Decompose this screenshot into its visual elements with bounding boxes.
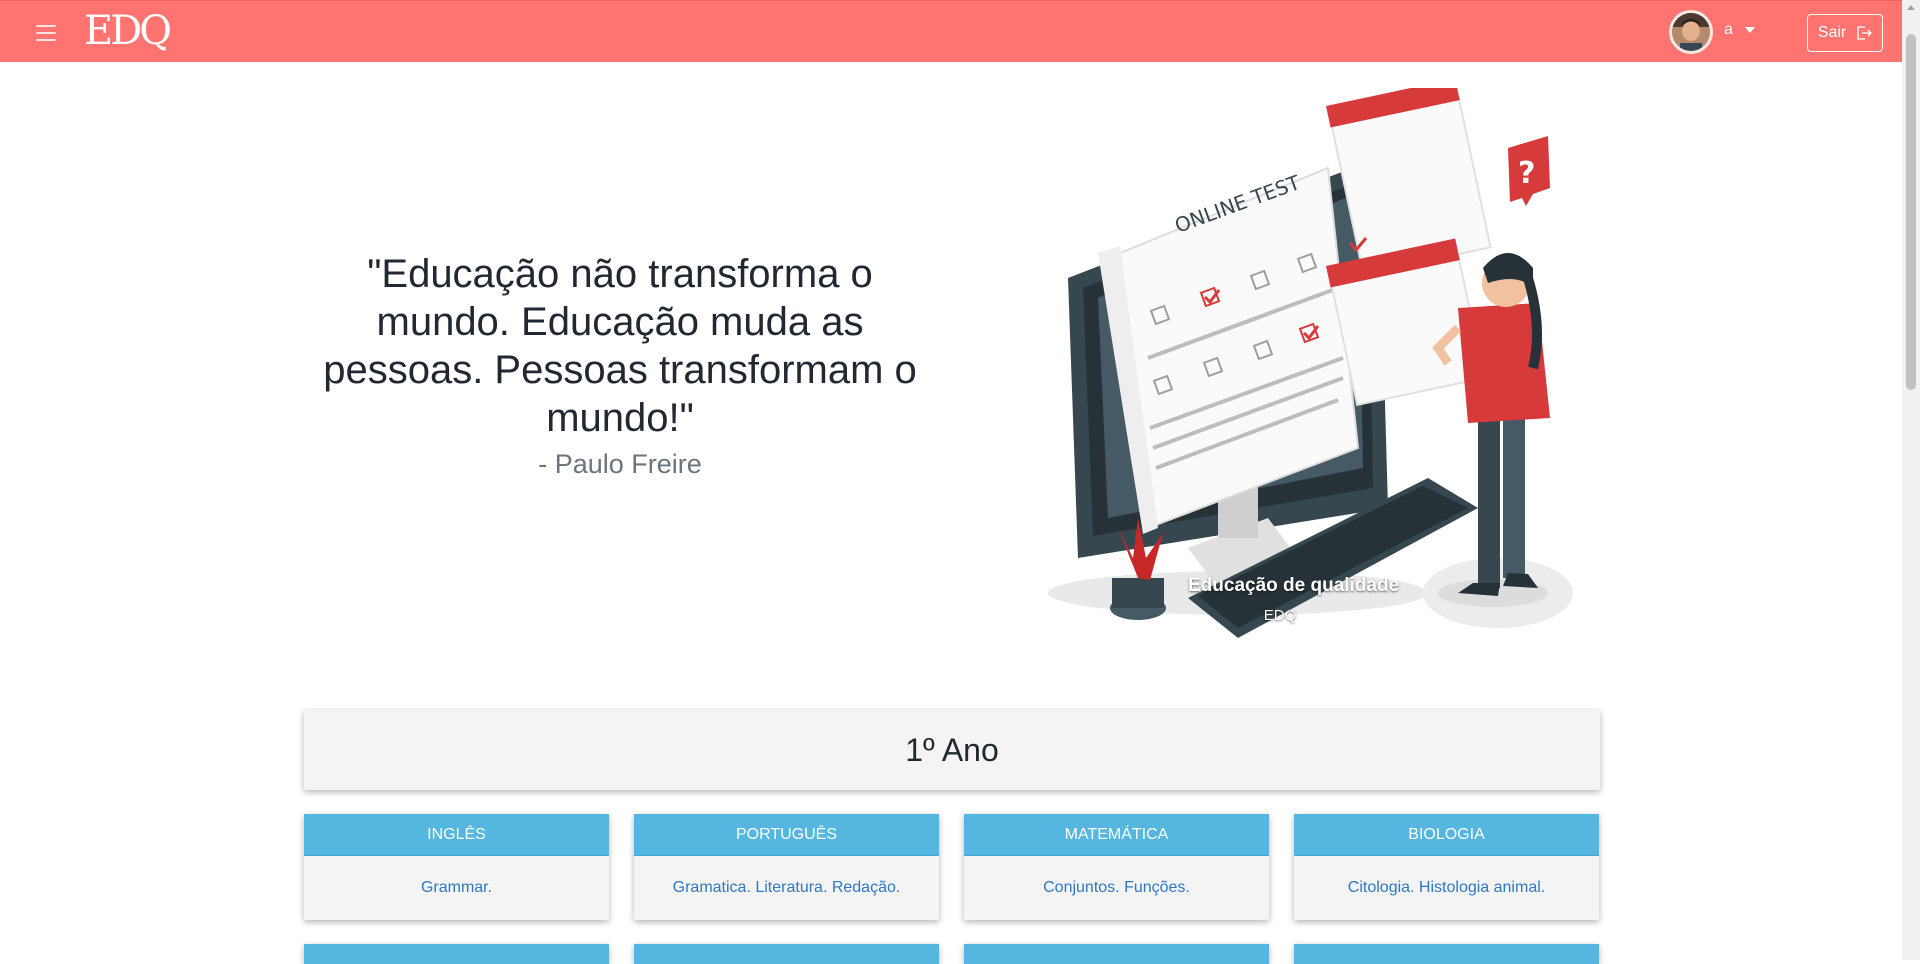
subject-card-biologia[interactable]: BIOLOGIA Citologia. Histologia animal. bbox=[1294, 814, 1599, 920]
subject-topics-link[interactable]: Grammar. bbox=[304, 856, 609, 920]
top-navbar: EDQ a Sair bbox=[0, 0, 1902, 62]
subject-card-partial[interactable] bbox=[304, 944, 609, 964]
year-section-title: 1º Ano bbox=[304, 710, 1600, 790]
carousel-caption: Educação de qualidade EDQ bbox=[1180, 575, 1400, 624]
caption-subtitle: EDQ bbox=[1263, 607, 1297, 624]
logout-button[interactable]: Sair bbox=[1807, 14, 1883, 52]
scroll-up-arrow-icon[interactable] bbox=[1907, 5, 1915, 10]
logout-icon bbox=[1857, 26, 1873, 40]
subject-name: INGLÊS bbox=[304, 814, 609, 856]
quote-author: - Paulo Freire bbox=[538, 449, 702, 479]
subject-topics-link[interactable]: Conjuntos. Funções. bbox=[964, 856, 1269, 920]
subject-card-ingles[interactable]: INGLÊS Grammar. bbox=[304, 814, 609, 920]
scrollbar-thumb[interactable] bbox=[1906, 34, 1916, 390]
carousel-next-icon[interactable] bbox=[1550, 350, 1580, 390]
chevron-down-icon bbox=[1744, 27, 1755, 33]
subject-card-partial[interactable] bbox=[634, 944, 939, 964]
user-name: a bbox=[1724, 21, 1733, 38]
page-scrollbar[interactable] bbox=[1902, 0, 1920, 960]
subject-topics-link[interactable]: Citologia. Histologia animal. bbox=[1294, 856, 1599, 920]
subject-name: PORTUGUÊS bbox=[634, 814, 939, 856]
subject-topics-link[interactable]: Gramatica. Literatura. Redação. bbox=[634, 856, 939, 920]
subject-card-partial[interactable] bbox=[964, 944, 1269, 964]
subject-card-portugues[interactable]: PORTUGUÊS Gramatica. Literatura. Redação… bbox=[634, 814, 939, 920]
brand-logo[interactable]: EDQ bbox=[84, 9, 172, 53]
section-title: 1º Ano bbox=[905, 731, 999, 768]
hero-quote: "Educação não transforma o mundo. Educaç… bbox=[323, 252, 917, 440]
logout-label: Sair bbox=[1817, 24, 1847, 41]
user-dropdown[interactable]: a bbox=[1724, 21, 1755, 39]
avatar[interactable] bbox=[1669, 10, 1713, 54]
svg-text:?: ? bbox=[1518, 156, 1535, 191]
menu-icon[interactable] bbox=[36, 25, 56, 41]
subject-name: MATEMÁTICA bbox=[964, 814, 1269, 856]
subject-card-matematica[interactable]: MATEMÁTICA Conjuntos. Funções. bbox=[964, 814, 1269, 920]
subject-name: BIOLOGIA bbox=[1294, 814, 1599, 856]
subject-card-partial[interactable] bbox=[1294, 944, 1599, 964]
avatar-image bbox=[1672, 13, 1710, 51]
caption-title: Educação de qualidade bbox=[1188, 575, 1400, 596]
